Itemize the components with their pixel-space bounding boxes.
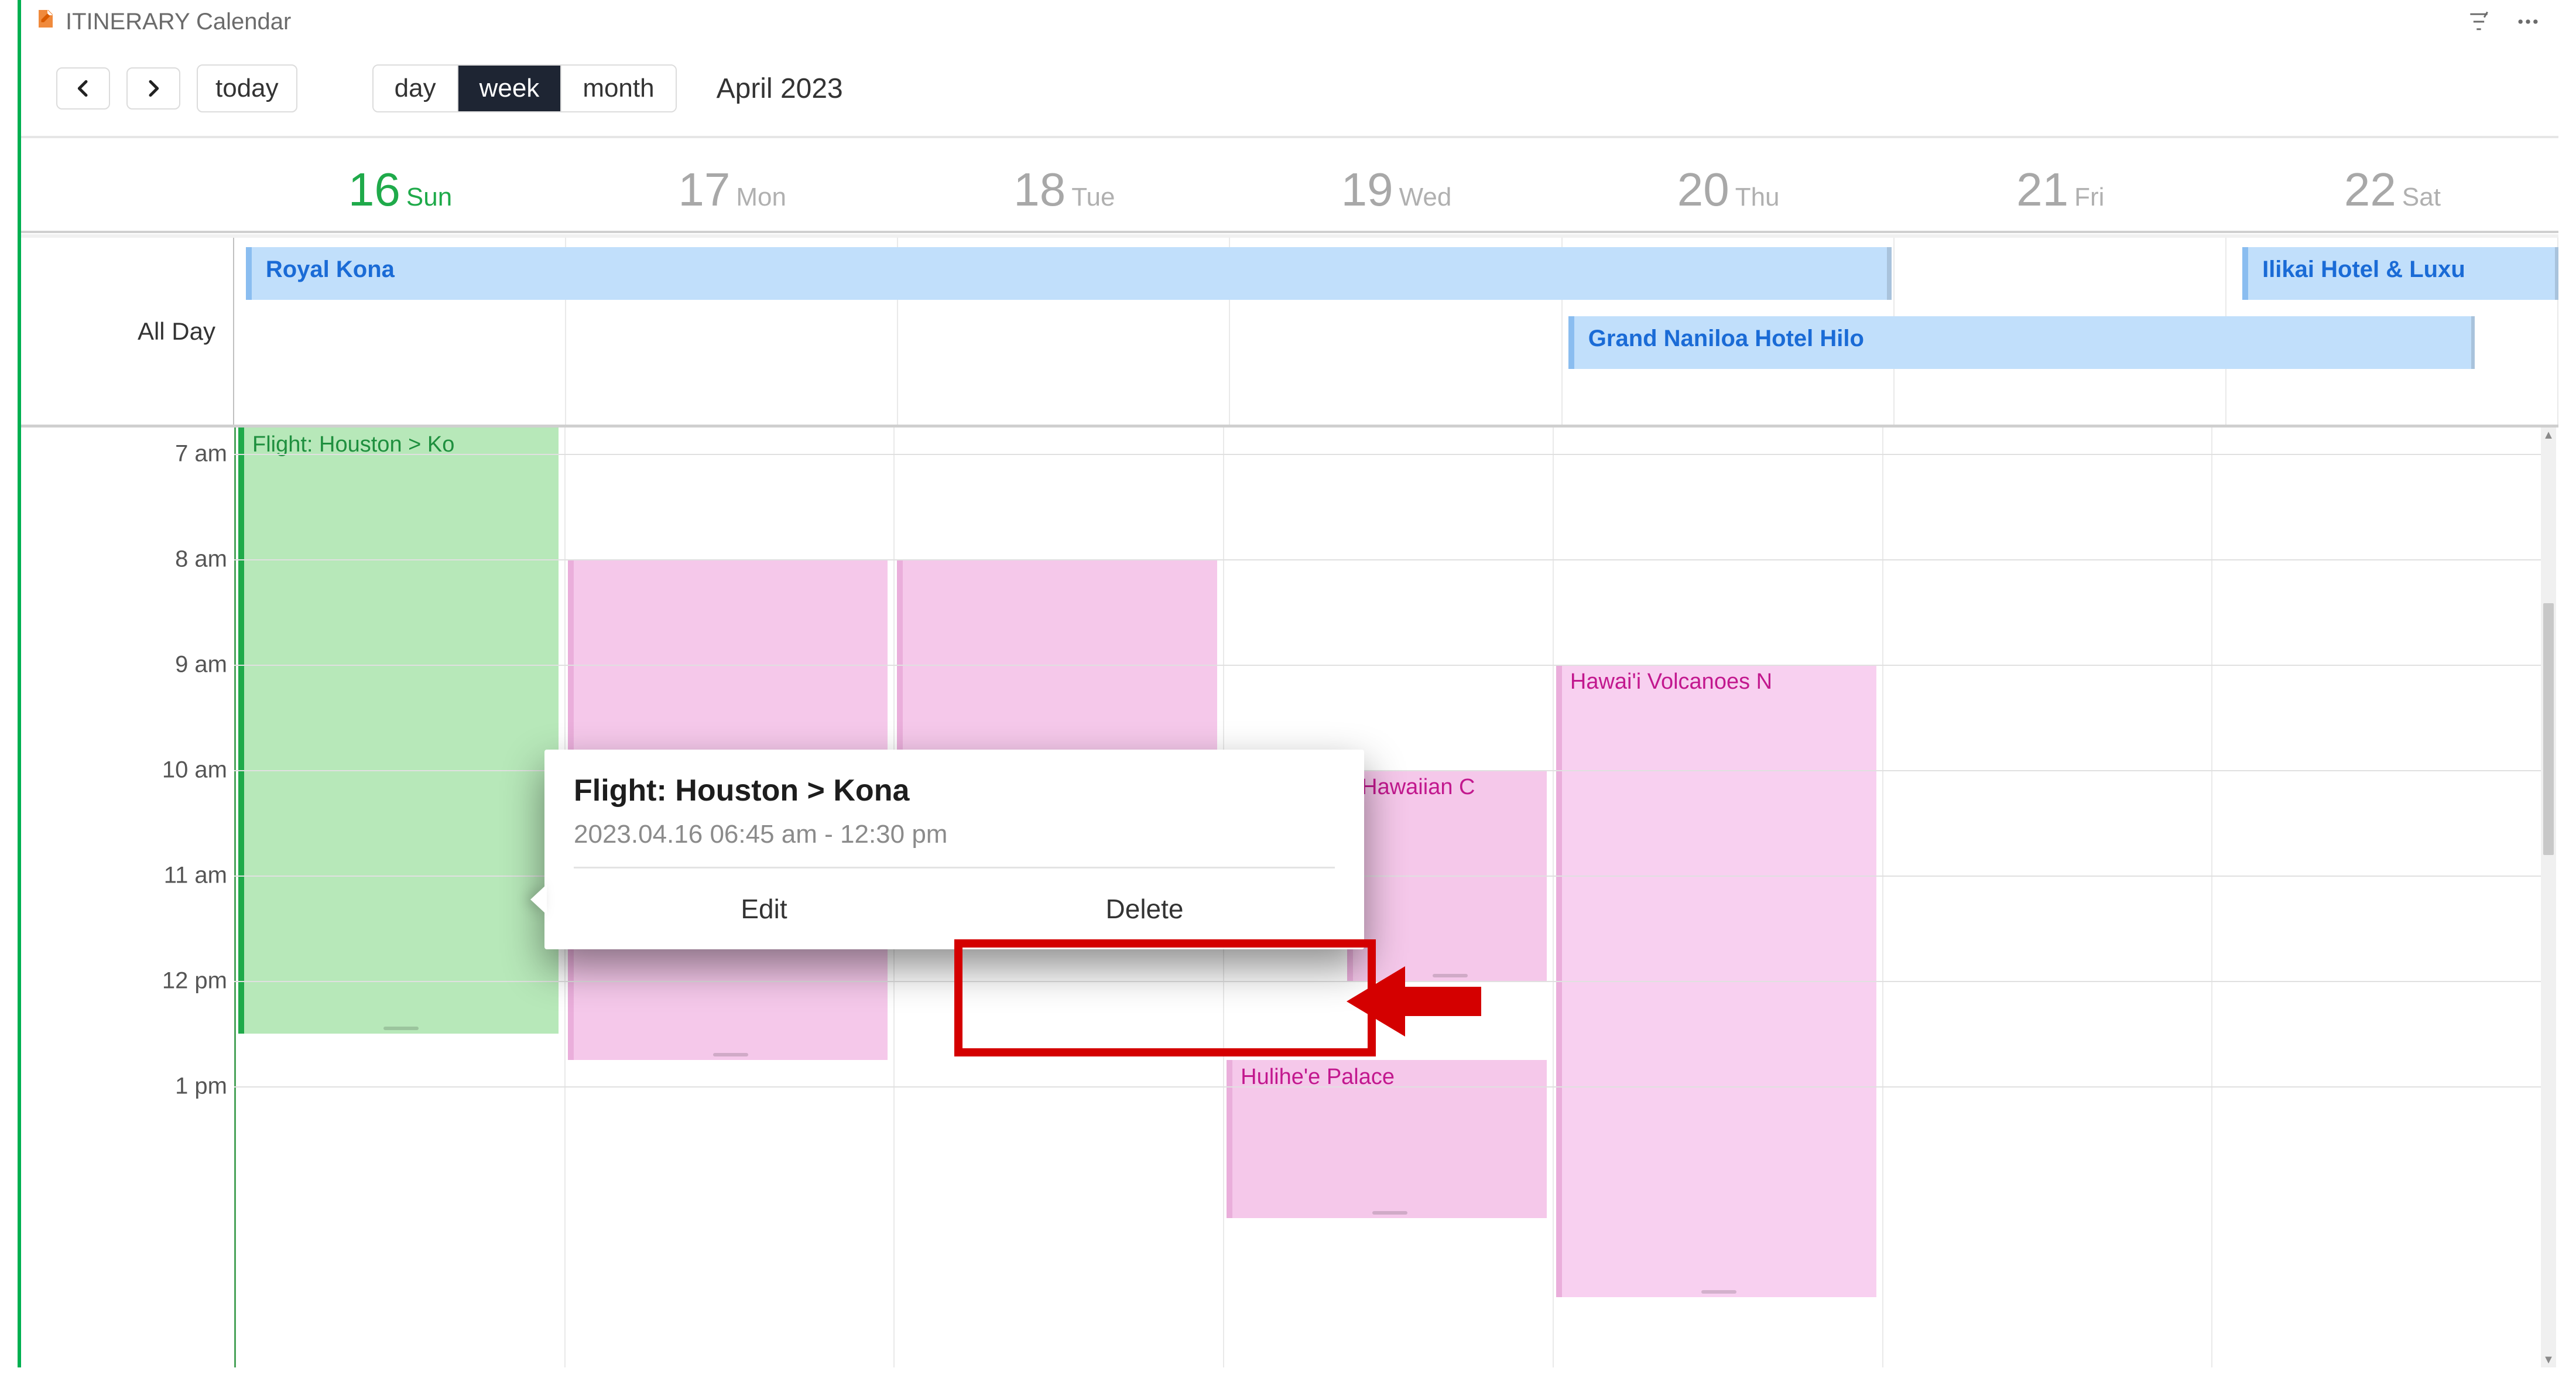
timed-event[interactable]: Flight: Houston > Ko — [238, 428, 559, 1034]
resize-handle[interactable] — [1701, 1290, 1736, 1294]
hour-label: 8 am — [175, 546, 227, 573]
day-col-sat[interactable]: 22Sat — [2226, 163, 2558, 217]
day-header: 16Sun 17Mon 18Tue 19Wed 20Thu 21Fri 22Sa… — [21, 138, 2558, 233]
hour-label: 7 am — [175, 441, 227, 467]
popover-title: Flight: Houston > Kona — [574, 773, 1335, 808]
scroll-down-icon[interactable]: ▼ — [2541, 1352, 2556, 1367]
allday-event[interactable]: Grand Naniloa Hotel Hilo — [1568, 316, 2475, 369]
hour-label: 1 pm — [175, 1073, 227, 1100]
filter-icon[interactable] — [2466, 9, 2492, 35]
day-col-thu[interactable]: 20Thu — [1563, 163, 1895, 217]
panel-title: ITINERARY Calendar — [66, 9, 291, 35]
hour-label: 11 am — [164, 863, 227, 889]
resize-handle[interactable] — [383, 1027, 419, 1030]
edit-button[interactable]: Edit — [574, 868, 954, 949]
view-day-button[interactable]: day — [374, 66, 457, 111]
scrollbar-thumb[interactable] — [2543, 603, 2554, 855]
view-switcher: day week month — [372, 64, 677, 112]
day-col-sun[interactable]: 16Sun — [234, 163, 566, 217]
allday-event[interactable]: Royal Kona — [246, 247, 1892, 300]
view-week-button[interactable]: week — [457, 66, 561, 111]
resize-handle[interactable] — [1433, 974, 1468, 977]
day-col-wed[interactable]: 19Wed — [1230, 163, 1562, 217]
more-icon[interactable] — [2515, 9, 2541, 35]
allday-event[interactable]: Ilikai Hotel & Luxu — [2242, 247, 2558, 300]
month-title: April 2023 — [717, 73, 843, 105]
scroll-up-icon[interactable]: ▲ — [2541, 428, 2556, 443]
prev-button[interactable] — [56, 67, 110, 110]
resize-handle[interactable] — [1372, 1211, 1407, 1215]
hour-label: 10 am — [162, 757, 227, 784]
day-col-fri[interactable]: 21Fri — [1895, 163, 2226, 217]
delete-button[interactable]: Delete — [954, 868, 1335, 949]
today-button[interactable]: today — [197, 64, 297, 112]
hour-label: 12 pm — [162, 968, 227, 994]
hour-label: 9 am — [175, 652, 227, 678]
view-month-button[interactable]: month — [560, 66, 675, 111]
day-col-tue[interactable]: 18Tue — [898, 163, 1230, 217]
day-col-mon[interactable]: 17Mon — [566, 163, 898, 217]
resize-handle[interactable] — [713, 1053, 748, 1056]
next-button[interactable] — [126, 67, 180, 110]
allday-label: All Day — [21, 238, 234, 425]
popover-time-range: 2023.04.16 06:45 am - 12:30 pm — [574, 820, 1335, 849]
document-edit-icon — [35, 8, 56, 35]
timed-event[interactable]: Hulihe'e Palace — [1227, 1060, 1547, 1218]
